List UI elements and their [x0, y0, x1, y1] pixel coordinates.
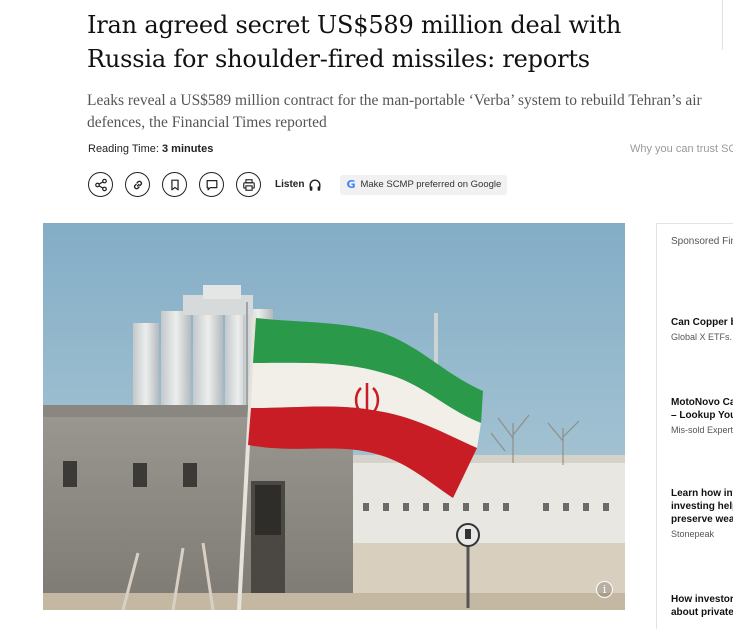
header-divider — [722, 0, 723, 50]
print-icon — [242, 178, 255, 191]
print-button[interactable] — [236, 172, 261, 197]
share-icon — [94, 178, 107, 191]
sponsored-item-title-line: – Lookup Your — [671, 410, 733, 421]
sponsored-item-source: Mis-sold Expert — [671, 425, 733, 435]
bookmark-icon — [170, 179, 179, 190]
link-icon — [133, 180, 142, 189]
sponsored-item-title-line: about private r — [671, 607, 733, 618]
reading-time-value: 3 minutes — [161, 143, 214, 155]
article-headline: Iran agreed secret US$589 million deal w… — [87, 11, 622, 73]
listen-label: Listen — [275, 179, 305, 190]
comment-button[interactable] — [199, 172, 224, 197]
bookmark-button[interactable] — [162, 172, 187, 197]
sponsored-item-title-line: investing help — [671, 501, 733, 512]
comment-icon — [206, 179, 217, 190]
sponsored-item[interactable]: MotoNovo Car – Lookup Your Mis-sold Expe… — [671, 396, 733, 435]
reading-time-label: Reading Time: — [88, 143, 162, 155]
sponsored-item-title: Can Copper be — [671, 316, 733, 329]
sponsored-item-title: How investors about private r — [671, 593, 733, 619]
sponsored-item-source: Global X ETFs. — [671, 332, 733, 342]
headphones-icon — [309, 179, 321, 191]
sponsored-item[interactable]: Can Copper be Global X ETFs. — [671, 316, 733, 342]
sponsored-item-source: Stonepeak — [671, 529, 715, 539]
share-button[interactable] — [88, 172, 113, 197]
article-toolbar: Listen G Make SCMP preferred on Google — [88, 172, 508, 197]
sponsored-item-title: MotoNovo Car – Lookup Your — [671, 396, 733, 422]
listen-button[interactable]: Listen — [275, 178, 322, 192]
reading-time: Reading Time: 3 minutes — [88, 143, 213, 155]
sponsored-item-title-line: MotoNovo Car — [671, 397, 733, 408]
google-icon: G — [346, 178, 356, 191]
copy-link-button[interactable] — [125, 172, 150, 197]
image-info-icon[interactable]: i — [596, 581, 613, 598]
sponsored-sidebar: Sponsored Financial Content Can Copper b… — [656, 223, 733, 629]
nuclear-plant-flag-photo — [43, 223, 625, 610]
google-preferred-label: Make SCMP preferred on Google — [360, 179, 502, 190]
sponsored-title: Sponsored Financial Content — [671, 236, 733, 247]
sponsored-item[interactable]: How investors about private r — [671, 593, 733, 619]
article-image[interactable]: i — [43, 223, 625, 610]
sponsored-item[interactable]: Learn how infr investing help preserve w… — [671, 487, 733, 539]
sponsored-item-title: Learn how infr investing help preserve w… — [671, 487, 733, 526]
sponsored-item-title-line: How investors — [671, 594, 733, 605]
google-preferred-button[interactable]: G Make SCMP preferred on Google — [340, 174, 508, 195]
sponsored-item-title-line: preserve wealt — [671, 514, 733, 525]
trust-link[interactable]: Why you can trust SCMP — [630, 143, 733, 155]
article-subheadline: Leaks reveal a US$589 million contract f… — [87, 92, 702, 131]
sponsored-item-title-line: Can Copper be — [671, 317, 733, 328]
sponsored-item-title-line: Learn how infr — [671, 488, 733, 499]
